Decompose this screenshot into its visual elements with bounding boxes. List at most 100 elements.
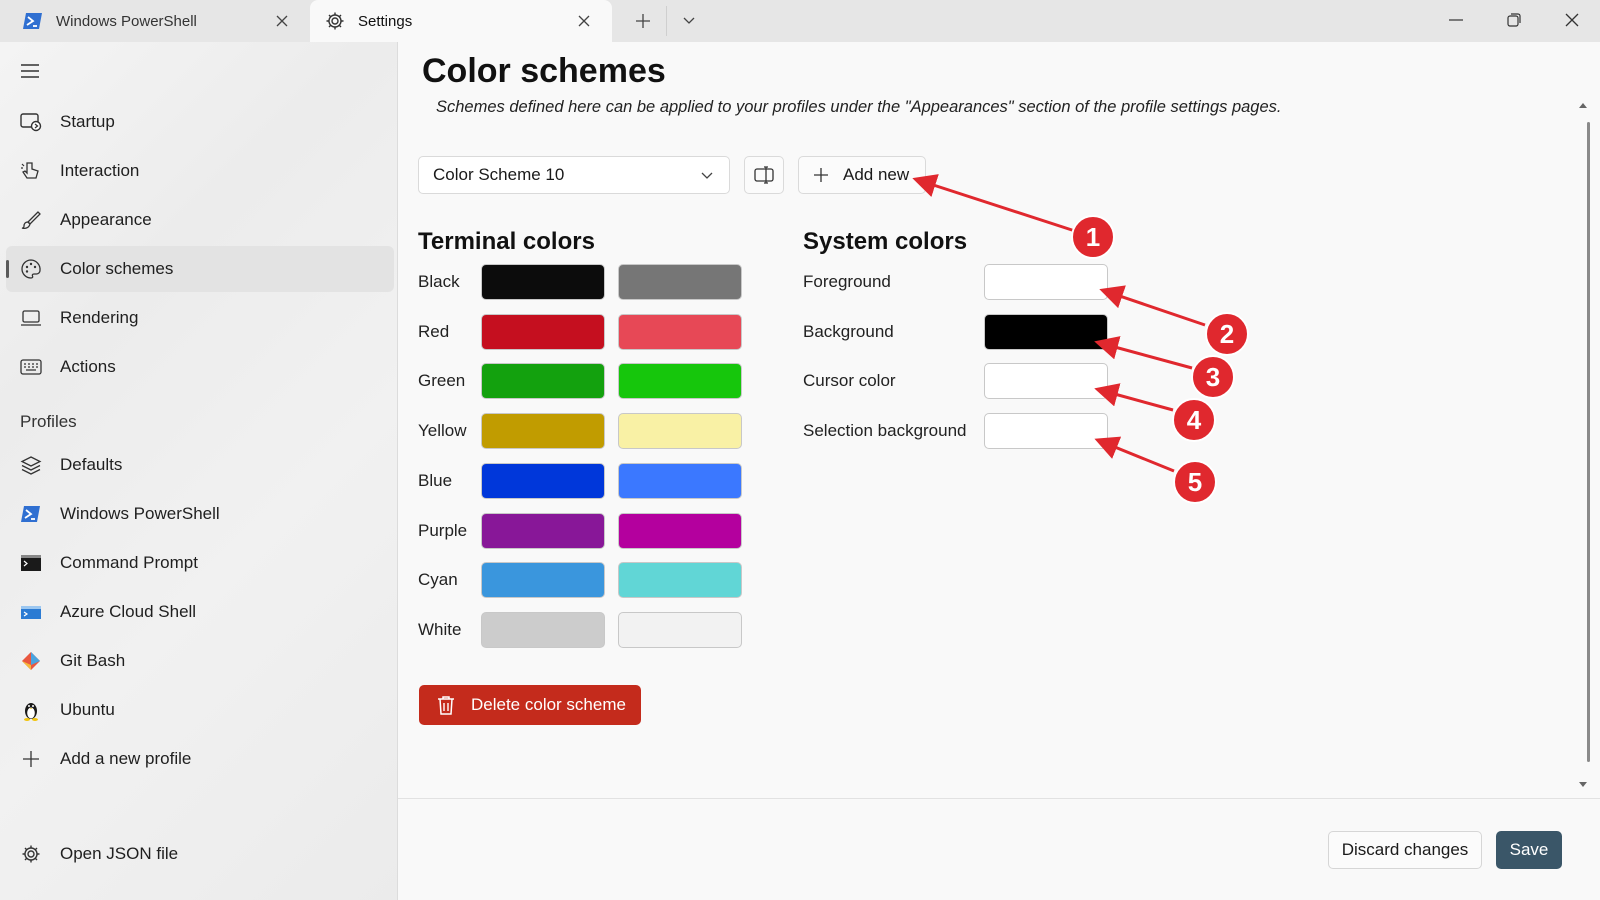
sidebar-item-startup[interactable]: Startup xyxy=(6,99,394,145)
color-scheme-dropdown[interactable]: Color Scheme 10 xyxy=(418,156,730,194)
color-swatch-red[interactable] xyxy=(481,314,605,350)
sidebar-item-rendering[interactable]: Rendering xyxy=(6,295,394,341)
page-title: Color schemes xyxy=(422,52,666,90)
sidebar-item-add-new-profile[interactable]: Add a new profile xyxy=(6,736,394,782)
startup-icon xyxy=(20,111,42,133)
color-swatch-black[interactable] xyxy=(481,264,605,300)
brush-icon xyxy=(20,209,42,231)
minimize-button[interactable] xyxy=(1428,0,1484,40)
rename-scheme-button[interactable] xyxy=(744,156,784,194)
color-swatch-yellow[interactable] xyxy=(481,413,605,449)
new-tab-button[interactable] xyxy=(630,8,656,34)
powershell-icon xyxy=(20,503,42,525)
minimize-icon xyxy=(1449,19,1463,21)
close-icon[interactable] xyxy=(272,11,292,31)
color-swatch-white[interactable] xyxy=(481,612,605,648)
scroll-thumb[interactable] xyxy=(1587,122,1590,762)
system-color-swatch-background[interactable] xyxy=(984,314,1108,350)
delete-color-scheme-button[interactable]: Delete color scheme xyxy=(419,685,641,725)
page-description: Schemes defined here can be applied to y… xyxy=(436,98,1282,116)
close-icon[interactable] xyxy=(574,11,594,31)
sidebar-item-open-json-file[interactable]: Open JSON file xyxy=(6,831,394,877)
sidebar-item-git-bash[interactable]: Git Bash xyxy=(6,638,394,684)
gear-icon xyxy=(324,10,346,32)
color-swatch-bright-cyan[interactable] xyxy=(618,562,742,598)
color-swatch-bright-red[interactable] xyxy=(618,314,742,350)
close-window-button[interactable] xyxy=(1544,0,1600,40)
powershell-icon xyxy=(22,10,44,32)
color-swatch-bright-green[interactable] xyxy=(618,363,742,399)
plus-icon xyxy=(814,168,828,182)
palette-icon xyxy=(20,258,42,280)
system-colors-heading: System colors xyxy=(803,228,968,255)
sidebar-item-label: Azure Cloud Shell xyxy=(60,602,197,621)
sidebar-item-appearance[interactable]: Appearance xyxy=(6,197,394,243)
system-color-swatch-foreground[interactable] xyxy=(984,264,1108,300)
sidebar-item-color-schemes[interactable]: Color schemes xyxy=(6,246,394,292)
sidebar-item-label: Rendering xyxy=(60,308,139,327)
color-swatch-bright-blue[interactable] xyxy=(618,463,742,499)
color-label: Black xyxy=(418,272,460,291)
sidebar-item-azure-cloud-shell[interactable]: Azure Cloud Shell xyxy=(6,589,394,635)
sidebar-item-label: Command Prompt xyxy=(60,553,198,572)
cmd-icon xyxy=(20,552,42,574)
discard-changes-button[interactable]: Discard changes xyxy=(1328,831,1482,869)
sidebar-item-windows-powershell[interactable]: Windows PowerShell xyxy=(6,491,394,537)
sidebar-item-label: Interaction xyxy=(60,161,140,180)
system-color-label: Background xyxy=(803,322,894,341)
trash-icon xyxy=(438,696,454,715)
color-swatch-bright-purple[interactable] xyxy=(618,513,742,549)
settings-sidebar: Startup Interaction Appearance Color sch… xyxy=(0,42,398,900)
color-label: Yellow xyxy=(418,421,467,440)
hamburger-icon xyxy=(21,64,39,78)
hamburger-menu-button[interactable] xyxy=(18,59,42,83)
toolbar-divider xyxy=(666,6,667,36)
tab-settings[interactable]: Settings xyxy=(310,0,612,42)
color-swatch-blue[interactable] xyxy=(481,463,605,499)
sidebar-item-label: Git Bash xyxy=(60,651,126,670)
sidebar-item-command-prompt[interactable]: Command Prompt xyxy=(6,540,394,586)
tab-label: Settings xyxy=(358,12,413,30)
close-icon xyxy=(1565,13,1579,27)
sidebar-item-interaction[interactable]: Interaction xyxy=(6,148,394,194)
restore-icon xyxy=(1507,13,1521,27)
chevron-down-icon xyxy=(683,17,695,24)
gear-icon xyxy=(20,843,42,865)
sidebar-item-label: Open JSON file xyxy=(60,844,179,863)
color-label: White xyxy=(418,620,462,639)
terminal-colors-heading: Terminal colors xyxy=(418,228,595,255)
sidebar-item-ubuntu[interactable]: Ubuntu xyxy=(6,687,394,733)
system-color-label: Cursor color xyxy=(803,371,896,390)
tab-windows-powershell[interactable]: Windows PowerShell xyxy=(0,0,310,42)
layers-icon xyxy=(20,454,42,476)
color-swatch-bright-white[interactable] xyxy=(618,612,742,648)
add-new-scheme-button[interactable]: Add new xyxy=(798,156,926,194)
monitor-icon xyxy=(20,307,42,329)
tab-dropdown-button[interactable] xyxy=(676,8,702,34)
save-button[interactable]: Save xyxy=(1496,831,1562,869)
chevron-down-icon xyxy=(701,172,713,179)
sidebar-item-label: Color schemes xyxy=(60,259,174,278)
delete-label: Delete color scheme xyxy=(471,695,626,714)
tux-icon xyxy=(20,699,42,721)
color-swatch-purple[interactable] xyxy=(481,513,605,549)
profiles-section-label: Profiles xyxy=(20,412,77,431)
system-color-swatch-cursor-color[interactable] xyxy=(984,363,1108,399)
tab-label: Windows PowerShell xyxy=(56,12,197,30)
selected-scheme: Color Scheme 10 xyxy=(433,165,565,184)
plus-icon xyxy=(636,14,650,28)
sidebar-item-label: Windows PowerShell xyxy=(60,504,220,523)
color-swatch-cyan[interactable] xyxy=(481,562,605,598)
restore-button[interactable] xyxy=(1486,0,1542,40)
color-label: Purple xyxy=(418,521,468,540)
color-label: Cyan xyxy=(418,570,458,589)
system-color-swatch-selection-background[interactable] xyxy=(984,413,1108,449)
plus-icon xyxy=(20,748,42,770)
azure-icon xyxy=(20,601,42,623)
sidebar-item-label: Add a new profile xyxy=(60,749,192,768)
color-swatch-bright-black[interactable] xyxy=(618,264,742,300)
sidebar-item-defaults[interactable]: Defaults xyxy=(6,442,394,488)
sidebar-item-actions[interactable]: Actions xyxy=(6,344,394,390)
color-swatch-bright-yellow[interactable] xyxy=(618,413,742,449)
color-swatch-green[interactable] xyxy=(481,363,605,399)
